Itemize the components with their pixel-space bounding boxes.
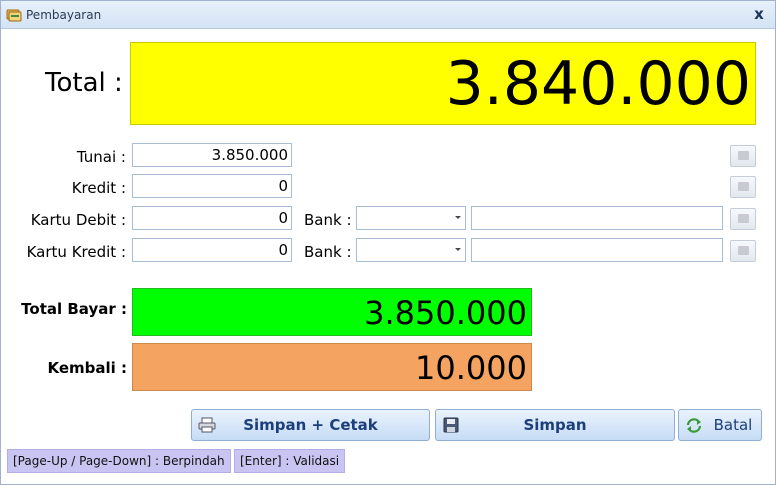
kredit-action-button[interactable] — [730, 176, 756, 198]
save-label: Simpan — [523, 416, 587, 434]
kartu-debit-action-button[interactable] — [730, 208, 756, 230]
kartu-kredit-input[interactable]: 0 — [132, 238, 292, 262]
total-label: Total : — [45, 68, 123, 98]
kredit-label: Kredit : — [71, 179, 126, 197]
payment-window: Pembayaran x Total : 3.840.000 Tunai : 3… — [0, 0, 776, 485]
note-icon — [738, 151, 749, 160]
note-icon — [738, 214, 749, 223]
tunai-label: Tunai : — [76, 148, 126, 166]
kartu-debit-input[interactable]: 0 — [132, 206, 292, 230]
debit-bank-label: Bank : — [304, 211, 352, 229]
total-bayar-label: Total Bayar : — [21, 300, 127, 318]
credit-reference-input[interactable] — [471, 238, 723, 262]
chevron-down-icon — [455, 248, 461, 251]
cancel-label: Batal — [713, 416, 753, 434]
refresh-icon — [686, 418, 702, 433]
kartu-kredit-action-button[interactable] — [730, 240, 756, 262]
kembali-display: 10.000 — [132, 343, 532, 391]
kembali-label: Kembali : — [47, 359, 127, 377]
payment-app-icon — [6, 9, 22, 22]
cancel-button[interactable]: Batal — [678, 409, 762, 441]
kartu-kredit-label: Kartu Kredit : — [26, 243, 126, 261]
kredit-input[interactable]: 0 — [132, 174, 292, 198]
total-bayar-display: 3.850.000 — [132, 288, 532, 336]
save-button[interactable]: Simpan — [435, 409, 675, 441]
navigate-hint: [Page-Up / Page-Down] : Berpindah — [7, 449, 231, 473]
kartu-debit-label: Kartu Debit : — [30, 211, 126, 229]
payment-form: Total : 3.840.000 Tunai : 3.850.000 Kred… — [1, 30, 775, 484]
save-print-button[interactable]: Simpan + Cetak — [191, 409, 430, 441]
title-bar: Pembayaran x — [1, 1, 775, 29]
total-amount-display: 3.840.000 — [130, 42, 756, 125]
credit-bank-select[interactable] — [356, 238, 466, 262]
credit-bank-label: Bank : — [304, 243, 352, 261]
debit-reference-input[interactable] — [471, 206, 723, 230]
window-title: Pembayaran — [26, 8, 102, 22]
debit-bank-select[interactable] — [356, 206, 466, 230]
close-button[interactable]: x — [751, 5, 767, 23]
validate-hint: [Enter] : Validasi — [234, 449, 346, 473]
tunai-action-button[interactable] — [730, 145, 756, 167]
note-icon — [738, 182, 749, 191]
chevron-down-icon — [455, 216, 461, 219]
note-icon — [738, 246, 749, 255]
save-print-label: Simpan + Cetak — [243, 416, 378, 434]
tunai-input[interactable]: 3.850.000 — [132, 143, 292, 167]
